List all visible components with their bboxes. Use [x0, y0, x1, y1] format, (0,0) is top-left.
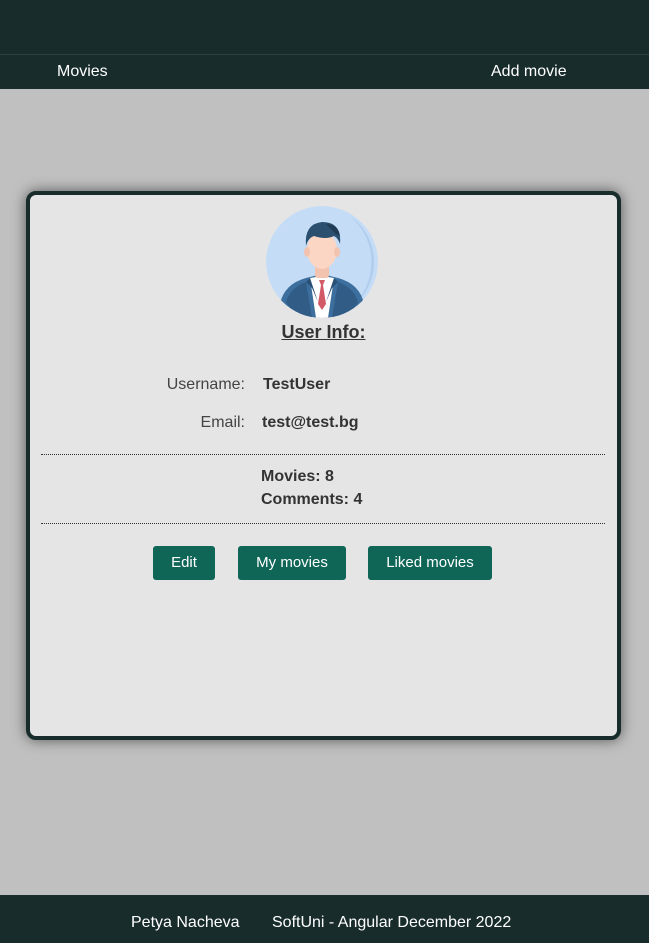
edit-button[interactable]: Edit [153, 546, 215, 580]
divider-bottom [41, 523, 605, 524]
liked-movies-button[interactable]: Liked movies [368, 546, 492, 580]
my-movies-button[interactable]: My movies [238, 546, 346, 580]
user-profile-card: User Info: Username: TestUser Email: tes… [26, 191, 621, 740]
main-navbar: Movies Add movie [0, 55, 649, 89]
footer-author: Petya Nacheva [131, 914, 240, 931]
nav-movies-link[interactable]: Movies [57, 63, 108, 81]
user-info-title: User Info: [281, 322, 366, 342]
nav-add-movie-link[interactable]: Add movie [491, 63, 567, 81]
top-header-bar [0, 0, 649, 55]
avatar-illustration [266, 206, 378, 318]
page-footer: Petya Nacheva SoftUni - Angular December… [0, 895, 649, 943]
email-value: test@test.bg [262, 414, 359, 431]
footer-course: SoftUni - Angular December 2022 [272, 914, 512, 931]
user-avatar-icon [266, 206, 378, 318]
movies-count: Movies: 8 [261, 468, 334, 485]
username-label: Username: [166, 376, 245, 393]
email-label: Email: [200, 414, 245, 431]
username-value: TestUser [263, 376, 331, 393]
divider-top [41, 454, 605, 455]
comments-count: Comments: 4 [261, 491, 363, 508]
